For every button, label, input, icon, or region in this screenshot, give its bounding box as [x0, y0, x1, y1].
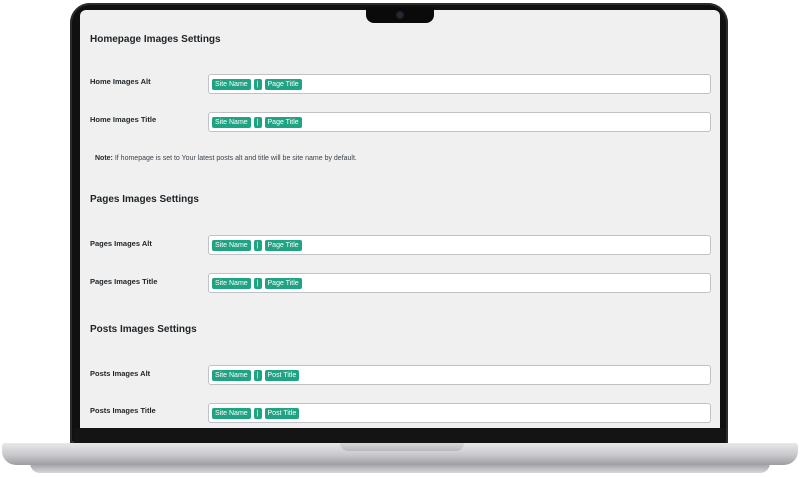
home-images-title-label: Home Images Title	[90, 115, 157, 124]
home-images-alt-label: Home Images Alt	[90, 77, 151, 86]
posts-section-title: Posts Images Settings	[90, 324, 197, 335]
note-text: If homepage is set to Your latest posts …	[114, 155, 357, 162]
screen-bezel-bottom	[74, 428, 726, 443]
posts-images-title-input[interactable]: Site Name | Post Title	[208, 403, 711, 423]
pages-images-alt-input[interactable]: Site Name | Page Title	[208, 235, 711, 255]
tag-separator[interactable]: |	[253, 277, 262, 289]
tag-page-title[interactable]: Page Title	[264, 239, 302, 251]
laptop-base	[2, 443, 798, 465]
tag-site-name[interactable]: Site Name	[212, 407, 251, 419]
camera-icon	[397, 12, 403, 18]
tag-post-title[interactable]: Post Title	[264, 369, 300, 381]
posts-images-title-label: Posts Images Title	[90, 406, 156, 415]
tag-site-name[interactable]: Site Name	[212, 239, 251, 251]
tag-site-name[interactable]: Site Name	[212, 78, 251, 90]
tag-site-name[interactable]: Site Name	[212, 369, 251, 381]
note-label: Note:	[95, 155, 113, 162]
posts-images-alt-label: Posts Images Alt	[90, 369, 151, 378]
posts-images-alt-input[interactable]: Site Name | Post Title	[208, 365, 711, 385]
homepage-note: Note: If homepage is set to Your latest …	[95, 155, 357, 162]
homepage-section-title: Homepage Images Settings	[90, 34, 221, 45]
tag-site-name[interactable]: Site Name	[212, 116, 251, 128]
tag-separator[interactable]: |	[253, 116, 262, 128]
pages-section-title: Pages Images Settings	[90, 194, 199, 205]
tag-page-title[interactable]: Page Title	[264, 78, 302, 90]
tag-separator[interactable]: |	[253, 407, 262, 419]
tag-separator[interactable]: |	[253, 239, 262, 251]
home-images-alt-input[interactable]: Site Name | Page Title	[208, 74, 711, 94]
tag-separator[interactable]: |	[253, 78, 262, 90]
pages-images-title-input[interactable]: Site Name | Page Title	[208, 273, 711, 293]
tag-page-title[interactable]: Page Title	[264, 277, 302, 289]
pages-images-alt-label: Pages Images Alt	[90, 239, 152, 248]
settings-screen: Homepage Images Settings Home Images Alt…	[80, 10, 720, 428]
tag-site-name[interactable]: Site Name	[212, 277, 251, 289]
home-images-title-input[interactable]: Site Name | Page Title	[208, 112, 711, 132]
tag-page-title[interactable]: Page Title	[264, 116, 302, 128]
camera-notch	[366, 7, 434, 23]
lid-opening-notch	[340, 443, 464, 451]
tag-post-title[interactable]: Post Title	[264, 407, 300, 419]
tag-separator[interactable]: |	[253, 369, 262, 381]
pages-images-title-label: Pages Images Title	[90, 277, 158, 286]
